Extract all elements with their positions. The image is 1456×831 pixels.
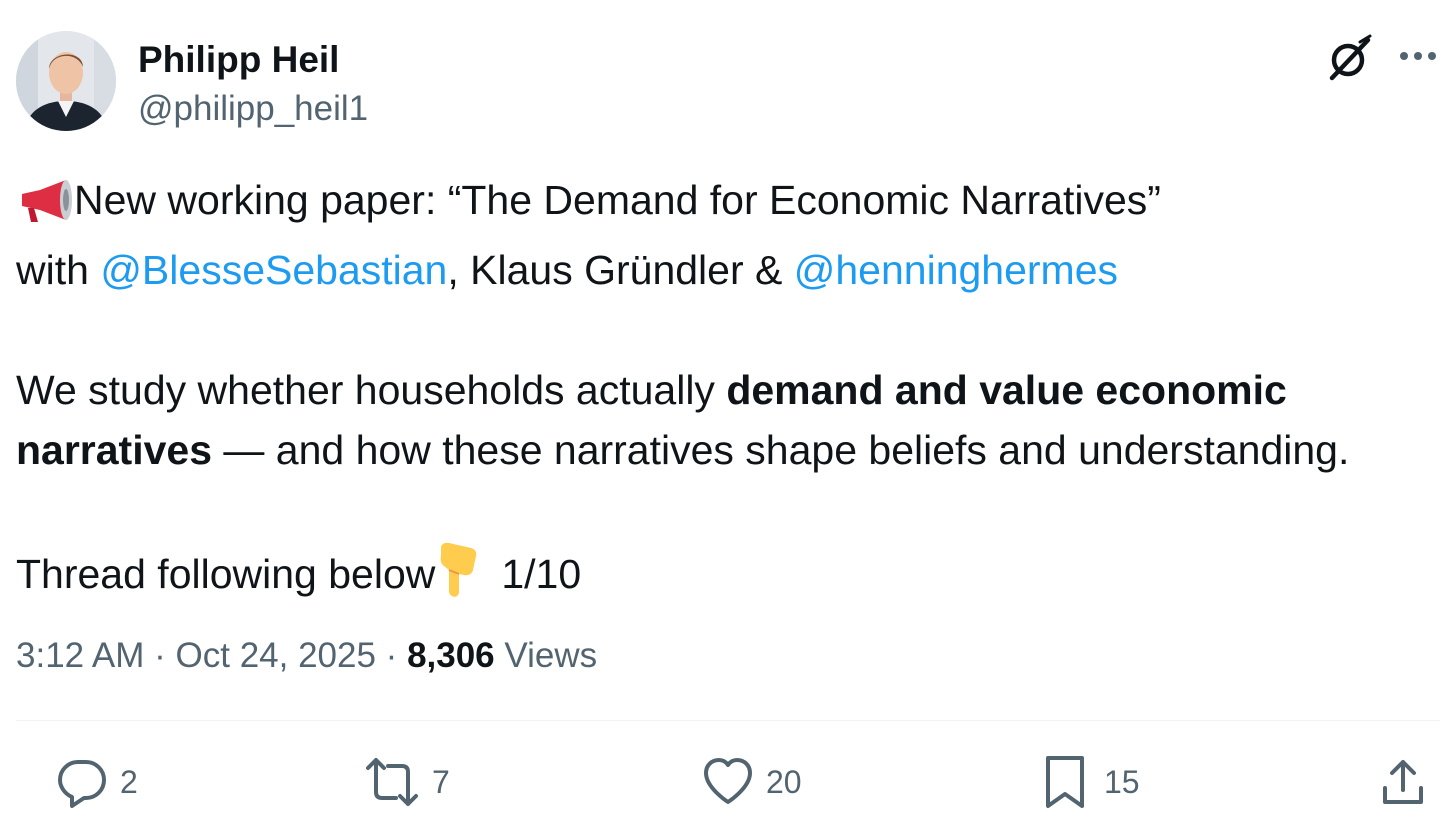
share-icon: [1383, 760, 1423, 804]
meta-separator: ·: [375, 636, 408, 675]
tweet-line-1-text: New working paper: “The Demand for Econo…: [74, 177, 1161, 223]
meta-separator: ·: [144, 636, 176, 675]
heart-icon: [704, 758, 752, 804]
profile-photo-icon: [16, 31, 116, 131]
views-count: 8,306: [407, 636, 495, 675]
tweet-date[interactable]: Oct 24, 2025: [176, 636, 376, 675]
grok-button[interactable]: [1324, 32, 1376, 84]
thread-count: 1/10: [501, 551, 582, 597]
divider: [16, 720, 1440, 721]
more-button[interactable]: [1392, 32, 1444, 84]
more-icon: [1400, 52, 1436, 60]
pointing-down-icon: [435, 540, 481, 614]
tweet-time[interactable]: 3:12 AM: [16, 636, 144, 675]
tweet-para2-text-1: We study whether households actually: [16, 367, 727, 413]
views-label: Views: [494, 636, 598, 675]
tweet-line-2-middle: , Klaus Gründler &: [447, 247, 794, 293]
like-button[interactable]: 20: [702, 752, 802, 812]
bookmark-count: 15: [1104, 764, 1140, 800]
mention-link-blessesebastian[interactable]: @BlesseSebastian: [100, 247, 447, 293]
reply-count: 2: [120, 764, 138, 800]
repost-count: 7: [432, 764, 450, 800]
tweet-line-2: with @BlesseSebastian, Klaus Gründler & …: [16, 240, 1436, 300]
reply-button[interactable]: 2: [56, 752, 138, 812]
tweet-para2-bold-2: narratives: [16, 427, 213, 473]
tweet-line-5: Thread following below 1/10: [16, 540, 1436, 614]
tweet-meta: 3:12 AM · Oct 24, 2025 · 8,306 Views: [16, 632, 597, 680]
grok-icon: [1329, 34, 1372, 81]
author-name[interactable]: Philipp Heil: [138, 38, 339, 82]
mention-link-henninghermes[interactable]: @henninghermes: [794, 247, 1118, 293]
bookmark-icon: [1046, 756, 1084, 808]
tweet-line-1: New working paper: “The Demand for Econo…: [16, 170, 1436, 240]
repost-button[interactable]: 7: [364, 752, 450, 812]
megaphone-icon: [16, 178, 74, 240]
like-count: 20: [766, 764, 802, 800]
author-handle[interactable]: @philipp_heil1: [138, 87, 368, 131]
reply-icon: [58, 760, 106, 808]
tweet-line-3: We study whether households actually dem…: [16, 360, 1436, 420]
repost-icon: [366, 758, 418, 806]
share-button[interactable]: [1380, 752, 1426, 812]
tweet-line-4: narratives — and how these narratives sh…: [16, 420, 1436, 480]
tweet-para2-text-2: — and how these narratives shape beliefs…: [212, 427, 1350, 473]
tweet-text: New working paper: “The Demand for Econo…: [16, 170, 1436, 614]
tweet-line-2-prefix: with: [16, 247, 101, 293]
thread-text: Thread following below: [16, 551, 436, 597]
avatar[interactable]: [16, 31, 116, 131]
bookmark-button[interactable]: 15: [1042, 752, 1140, 812]
tweet-para2-bold-1: demand and value economic: [726, 367, 1287, 413]
